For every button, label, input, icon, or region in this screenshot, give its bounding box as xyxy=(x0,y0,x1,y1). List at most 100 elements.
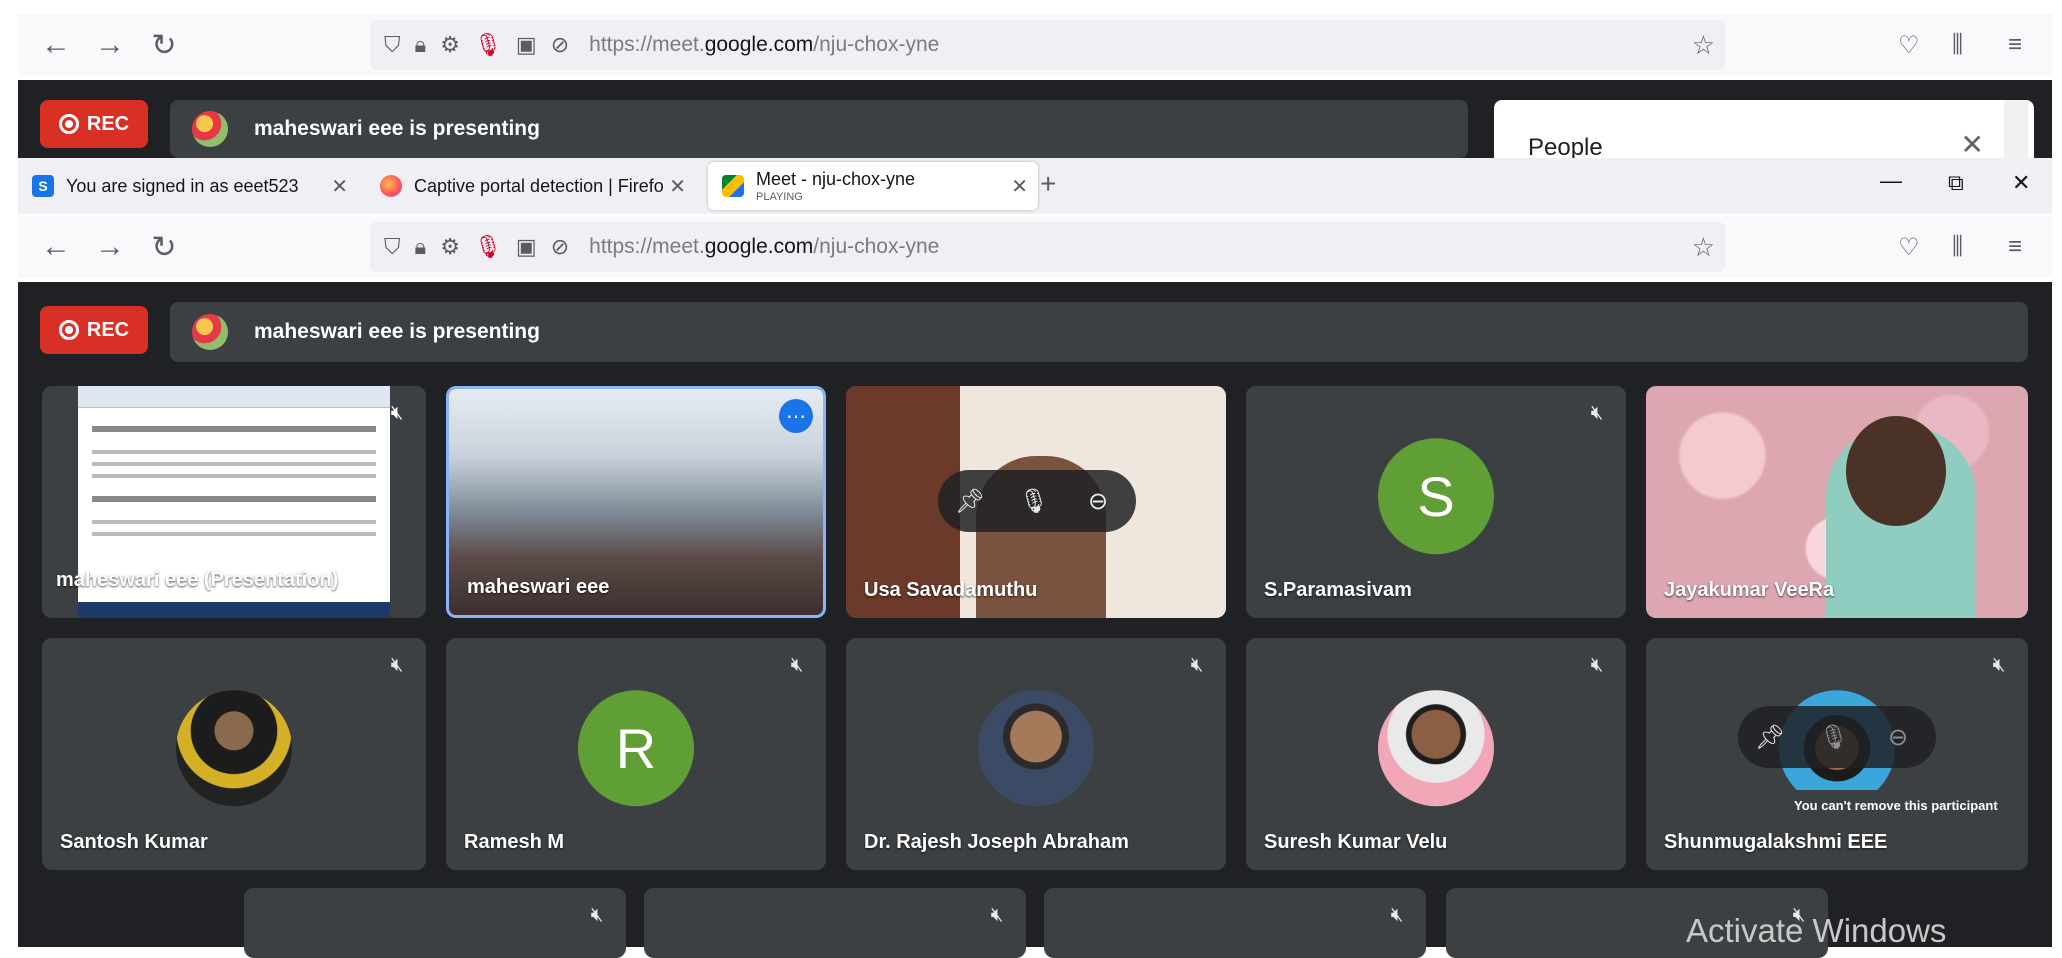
maximize-button[interactable]: ⧉ xyxy=(1948,170,1964,196)
firefox-icon xyxy=(380,175,402,197)
tab-meet[interactable]: Meet - nju-chox-yne PLAYING ✕ xyxy=(708,162,1038,210)
pin-icon[interactable]: 📌︎ xyxy=(938,487,1002,516)
avatar xyxy=(978,690,1094,807)
tile-maheswari[interactable]: ⋯ maheswari eee xyxy=(446,386,826,618)
permissions-icon[interactable]: ⚙︎ xyxy=(440,234,460,260)
participant-name: Shunmugalakshmi EEE xyxy=(1664,831,1888,853)
reload-icon[interactable]: ↻ xyxy=(142,23,186,67)
mic-off-icon: 🔇︎ xyxy=(1190,653,1204,676)
tile-controls: 📌︎ 🎙︎ ⊖ xyxy=(938,470,1136,532)
person-head xyxy=(1846,416,1946,526)
url-text: https://meet.google.com/nju-chox-yne xyxy=(589,33,940,56)
scrollbar[interactable] xyxy=(2004,100,2028,158)
avatar: R xyxy=(578,690,694,807)
bookmark-star-icon[interactable]: ☆ xyxy=(1692,232,1715,263)
close-window-button[interactable]: ✕ xyxy=(2012,170,2030,196)
tile-row3-2[interactable]: 🔇︎ xyxy=(644,888,1026,958)
participant-name: Ramesh M xyxy=(464,831,565,853)
mic-off-icon: 🔇︎ xyxy=(390,653,404,676)
participant-name: maheswari eee xyxy=(467,576,610,598)
tile-suresh[interactable]: 🔇︎ Suresh Kumar Velu xyxy=(1246,638,1626,870)
tile-controls: 📌︎ 🎙︎ ⊖ xyxy=(1738,706,1936,768)
url-bar[interactable]: ⛉ 🔒︎ ⚙︎ 🎙︎ ▣ ⊘ https://meet.google.com/n… xyxy=(370,222,1725,272)
tile-ramesh[interactable]: 🔇︎ R Ramesh M xyxy=(446,638,826,870)
tooltip: You can't remove this participant xyxy=(1782,790,2010,821)
mic-icon[interactable]: 🎙︎ xyxy=(1002,487,1066,516)
mic-icon[interactable]: 🎙︎ xyxy=(474,32,502,58)
avatar xyxy=(1378,690,1494,807)
mic-off-icon: 🔇︎ xyxy=(390,401,404,424)
camera-off-icon[interactable]: ▣ xyxy=(516,32,537,58)
screen-share-icon[interactable]: ⊘ xyxy=(551,234,569,260)
permissions-icon[interactable]: ⚙︎ xyxy=(440,32,460,58)
close-tab-icon[interactable]: ✕ xyxy=(331,174,348,199)
camera-off-icon[interactable]: ▣ xyxy=(516,234,537,260)
record-icon xyxy=(58,320,79,340)
participant-name: Jayakumar VeeRa xyxy=(1664,579,1835,601)
remove-icon[interactable]: ⊖ xyxy=(1066,487,1130,516)
forward-icon[interactable]: → xyxy=(88,225,132,269)
avatar: S xyxy=(1378,438,1494,555)
participant-name: maheswari eee (Presentation) xyxy=(56,569,339,591)
rec-indicator: REC xyxy=(40,100,148,148)
tile-jayakumar[interactable]: Jayakumar VeeRa xyxy=(1646,386,2028,618)
mic-off-icon: 🔇︎ xyxy=(1390,903,1404,926)
mic-off-icon: 🔇︎ xyxy=(1590,653,1604,676)
pin-icon[interactable]: 📌︎ xyxy=(1738,723,1802,752)
mic-off-icon: 🔇︎ xyxy=(790,653,804,676)
participant-name: Usa Savadamuthu xyxy=(864,579,1038,601)
tile-rajesh[interactable]: 🔇︎ Dr. Rajesh Joseph Abraham xyxy=(846,638,1226,870)
presenter-avatar xyxy=(192,314,228,350)
close-icon[interactable]: ✕ xyxy=(1961,128,1984,161)
tile-santosh[interactable]: 🔇︎ Santosh Kumar xyxy=(42,638,426,870)
tile-row3-3[interactable]: 🔇︎ xyxy=(1044,888,1426,958)
people-panel: People ✕ xyxy=(1494,100,2034,161)
tab-signed-in[interactable]: S You are signed in as eeet523 ✕ xyxy=(26,162,358,210)
meet-favicon-icon xyxy=(722,175,744,197)
mic-off-icon: 🔇︎ xyxy=(1590,401,1604,424)
tile-row3-1[interactable]: 🔇︎ xyxy=(244,888,626,958)
bookmark-star-icon[interactable]: ☆ xyxy=(1692,30,1715,61)
lock-icon: 🔒︎ xyxy=(414,32,427,57)
library-icon[interactable]: ⫼ xyxy=(1952,31,1963,59)
more-options-icon[interactable]: ⋯ xyxy=(779,399,813,433)
mic-off-icon: 🔇︎ xyxy=(990,903,1004,926)
mic-icon[interactable]: 🎙︎ xyxy=(474,234,502,260)
record-icon xyxy=(58,114,79,134)
shield-icon: ⛉ xyxy=(384,234,401,259)
forward-icon[interactable]: → xyxy=(88,23,132,67)
tile-usa[interactable]: 📌︎ 🎙︎ ⊖ Usa Savadamuthu xyxy=(846,386,1226,618)
new-tab-button[interactable]: + xyxy=(1040,168,1056,200)
activate-windows-watermark: Activate Windows xyxy=(1686,912,1947,949)
url-bar[interactable]: ⛉ 🔒︎ ⚙︎ 🎙︎ ▣ ⊘ https://meet.google.com/n… xyxy=(370,20,1725,70)
close-tab-icon[interactable]: ✕ xyxy=(1011,174,1028,199)
tile-paramasivam[interactable]: 🔇︎ S S.Paramasivam xyxy=(1246,386,1626,618)
tab-strip: S You are signed in as eeet523 ✕ Captive… xyxy=(18,158,2052,214)
pocket-icon[interactable]: ♡ xyxy=(1898,31,1920,60)
close-tab-icon[interactable]: ✕ xyxy=(669,174,686,199)
nav-bar-top: ← → ↻ ⛉ 🔒︎ ⚙︎ 🎙︎ ▣ ⊘ https://meet.google… xyxy=(18,14,2052,76)
mic-off-icon: 🔇︎ xyxy=(1992,653,2006,676)
reload-icon[interactable]: ↻ xyxy=(142,225,186,269)
rec-indicator: REC xyxy=(40,306,148,354)
participant-name: Suresh Kumar Velu xyxy=(1264,831,1448,853)
minimize-button[interactable]: — xyxy=(1880,168,1902,194)
screen-share-icon[interactable]: ⊘ xyxy=(551,32,569,58)
menu-icon[interactable]: ≡ xyxy=(2008,233,2022,261)
tile-shunmugalakshmi[interactable]: 🔇︎ 📌︎ 🎙︎ ⊖ You can't remove this partici… xyxy=(1646,638,2028,870)
tile-presentation[interactable]: 🔇︎ maheswari eee (Presentation) xyxy=(42,386,426,618)
url-text: https://meet.google.com/nju-chox-yne xyxy=(589,235,940,258)
back-icon[interactable]: ← xyxy=(34,225,78,269)
pocket-icon[interactable]: ♡ xyxy=(1898,233,1920,262)
remove-icon: ⊖ xyxy=(1887,723,1909,751)
tab-captive-portal[interactable]: Captive portal detection | Firefo ✕ xyxy=(368,162,696,210)
library-icon[interactable]: ⫼ xyxy=(1952,233,1963,261)
shield-icon: ⛉ xyxy=(384,32,401,57)
s-favicon-icon: S xyxy=(32,175,54,197)
mic-off-icon: 🔇︎ xyxy=(590,903,604,926)
participant-name: Dr. Rajesh Joseph Abraham xyxy=(864,831,1129,853)
menu-icon[interactable]: ≡ xyxy=(2008,31,2022,59)
back-icon[interactable]: ← xyxy=(34,23,78,67)
lock-icon: 🔒︎ xyxy=(414,234,427,259)
presenting-bar: maheswari eee is presenting xyxy=(170,100,1468,158)
